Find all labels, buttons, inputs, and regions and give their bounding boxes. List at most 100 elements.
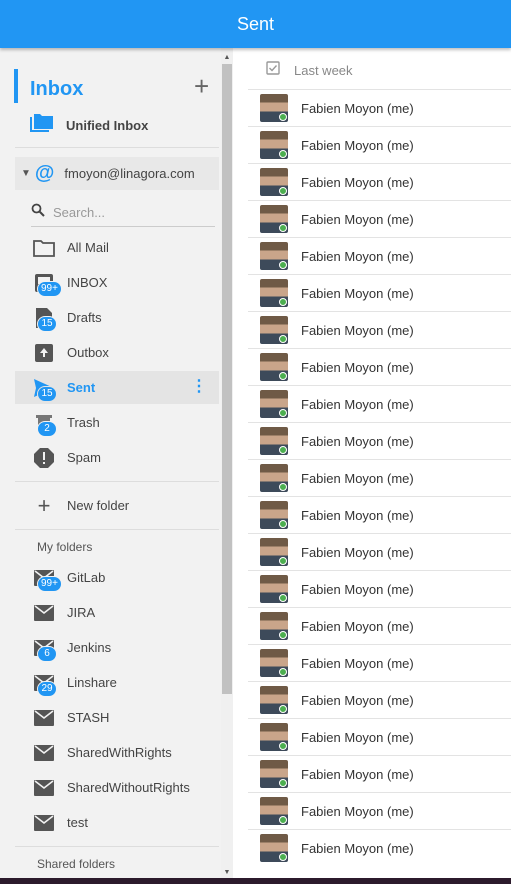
avatar	[260, 723, 288, 751]
message-row[interactable]: Fabien Moyon (me)	[248, 533, 511, 570]
message-sender: Fabien Moyon (me)	[301, 359, 414, 375]
account-item[interactable]: ▼ @ fmoyon@linagora.com	[15, 157, 219, 190]
shared-folders-heading: Shared folders	[37, 857, 116, 871]
window-bottom-edge	[0, 878, 511, 884]
message-row[interactable]: Fabien Moyon (me)	[248, 422, 511, 459]
avatar	[260, 94, 288, 122]
message-row[interactable]: Fabien Moyon (me)	[248, 385, 511, 422]
scrollbar-thumb[interactable]	[222, 64, 232, 694]
send-icon: 15	[32, 376, 57, 402]
sidebar-item-drafts[interactable]: 15 Drafts	[15, 301, 219, 334]
sidebar-item-trash[interactable]: 2 Trash	[15, 406, 219, 439]
message-row[interactable]: Fabien Moyon (me)	[248, 274, 511, 311]
top-bar: Sent	[0, 0, 511, 48]
add-account-icon[interactable]: +	[194, 73, 209, 99]
sidebar-item-label: Linshare	[67, 675, 117, 690]
sidebar-item-sent[interactable]: 15 Sent ⋮	[15, 371, 219, 404]
unified-inbox-label: Unified Inbox	[66, 117, 149, 133]
sidebar-item-shared-with-rights[interactable]: SharedWithRights	[15, 736, 219, 769]
sidebar-item-label: Drafts	[67, 310, 102, 325]
sidebar-item-label: Spam	[67, 450, 101, 465]
avatar	[260, 427, 288, 455]
unified-inbox-item[interactable]: Unified Inbox	[30, 113, 148, 137]
new-folder-button[interactable]: + New folder	[15, 489, 219, 522]
sidebar-item-inbox[interactable]: 99+ INBOX	[15, 266, 219, 299]
sidebar-item-linshare[interactable]: 29 Linshare	[15, 666, 219, 699]
active-indicator	[14, 69, 18, 103]
message-row[interactable]: Fabien Moyon (me)	[248, 237, 511, 274]
scroll-up-arrow-icon[interactable]: ▲	[222, 52, 232, 62]
avatar	[260, 612, 288, 640]
message-sender: Fabien Moyon (me)	[301, 618, 414, 634]
message-row[interactable]: Fabien Moyon (me)	[248, 126, 511, 163]
plus-icon: +	[37, 492, 51, 518]
online-status-icon	[279, 409, 287, 417]
sidebar-item-test[interactable]: test	[15, 806, 219, 839]
avatar	[260, 242, 288, 270]
message-row[interactable]: Fabien Moyon (me)	[248, 718, 511, 755]
message-sender: Fabien Moyon (me)	[301, 803, 414, 819]
avatar	[260, 390, 288, 418]
mail-icon	[32, 741, 56, 765]
sidebar-item-stash[interactable]: STASH	[15, 701, 219, 734]
avatar	[260, 353, 288, 381]
message-row[interactable]: Fabien Moyon (me)	[248, 570, 511, 607]
sidebar-item-outbox[interactable]: Outbox	[15, 336, 219, 369]
message-row[interactable]: Fabien Moyon (me)	[248, 348, 511, 385]
online-status-icon	[279, 742, 287, 750]
inbox-title[interactable]: Inbox	[30, 78, 83, 101]
sidebar-item-shared-without-rights[interactable]: SharedWithoutRights	[15, 771, 219, 804]
new-folder-label: New folder	[67, 498, 130, 513]
group-label: Last week	[294, 62, 353, 78]
sidebar-item-label: Trash	[67, 415, 100, 430]
sidebar-item-jira[interactable]: JIRA	[15, 596, 219, 629]
inbox-icon: 99+	[32, 271, 62, 297]
message-row[interactable]: Fabien Moyon (me)	[248, 200, 511, 237]
sidebar-item-label: SharedWithRights	[67, 745, 172, 760]
message-row[interactable]: Fabien Moyon (me)	[248, 829, 511, 866]
online-status-icon	[279, 150, 287, 158]
message-row[interactable]: Fabien Moyon (me)	[248, 459, 511, 496]
message-row[interactable]: Fabien Moyon (me)	[248, 755, 511, 792]
mail-icon: 6	[32, 636, 57, 662]
message-row[interactable]: Fabien Moyon (me)	[248, 607, 511, 644]
message-sender: Fabien Moyon (me)	[301, 655, 414, 671]
sidebar-item-label: STASH	[67, 710, 110, 725]
message-row[interactable]: Fabien Moyon (me)	[248, 311, 511, 348]
sidebar-item-jenkins[interactable]: 6 Jenkins	[15, 631, 219, 664]
caret-down-icon[interactable]: ▼	[21, 168, 31, 179]
online-status-icon	[279, 853, 287, 861]
inbox-header: Inbox +	[14, 69, 219, 103]
spam-icon	[32, 446, 56, 470]
message-row[interactable]: Fabien Moyon (me)	[248, 681, 511, 718]
more-vert-icon[interactable]: ⋮	[191, 379, 207, 395]
message-row[interactable]: Fabien Moyon (me)	[248, 644, 511, 681]
online-status-icon	[279, 298, 287, 306]
scroll-down-arrow-icon[interactable]: ▼	[222, 867, 232, 877]
avatar	[260, 131, 288, 159]
folder-icon	[32, 236, 56, 260]
message-sender: Fabien Moyon (me)	[301, 433, 414, 449]
outbox-icon	[32, 341, 56, 365]
mail-icon	[32, 601, 56, 625]
drafts-icon: 15	[32, 306, 57, 332]
message-sender: Fabien Moyon (me)	[301, 507, 414, 523]
message-row[interactable]: Fabien Moyon (me)	[248, 163, 511, 200]
message-row[interactable]: Fabien Moyon (me)	[248, 792, 511, 829]
online-status-icon	[279, 520, 287, 528]
message-sender: Fabien Moyon (me)	[301, 766, 414, 782]
folder-search-input[interactable]: Search...	[31, 199, 215, 227]
sidebar-item-all-mail[interactable]: All Mail	[15, 231, 219, 264]
message-group-header: Last week	[248, 52, 511, 88]
avatar	[260, 797, 288, 825]
online-status-icon	[279, 261, 287, 269]
sidebar-item-spam[interactable]: Spam	[15, 441, 219, 474]
message-row[interactable]: Fabien Moyon (me)	[248, 496, 511, 533]
page-title: Sent	[236, 13, 275, 34]
select-all-checkbox-icon[interactable]	[266, 60, 280, 80]
search-icon	[31, 203, 45, 222]
sidebar-item-label: GitLab	[67, 570, 106, 585]
message-row[interactable]: Fabien Moyon (me)	[248, 89, 511, 126]
message-sender: Fabien Moyon (me)	[301, 285, 414, 301]
sidebar-item-gitlab[interactable]: 99+ GitLab	[15, 561, 219, 594]
